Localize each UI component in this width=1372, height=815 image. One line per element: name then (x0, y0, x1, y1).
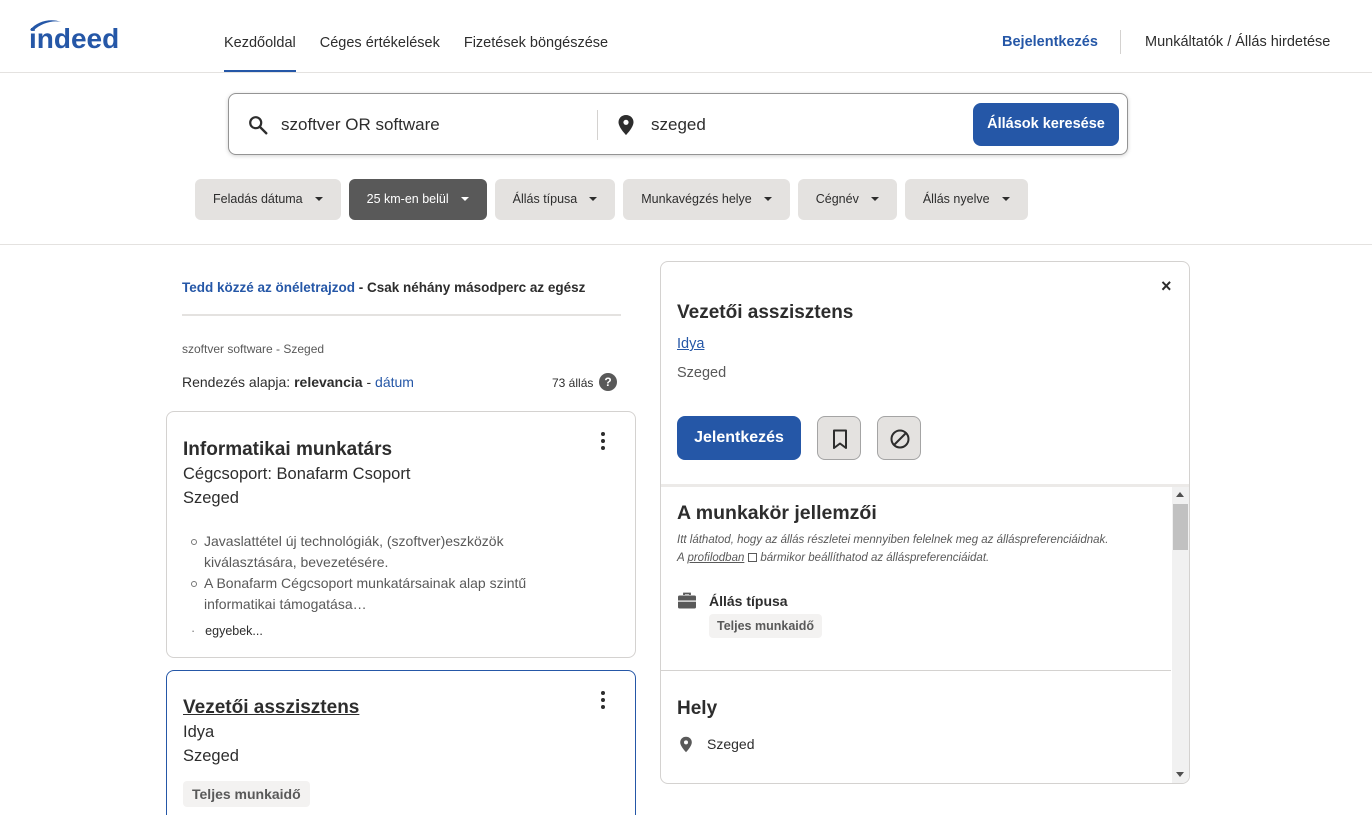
save-job-button[interactable] (817, 416, 861, 460)
upload-resume-link[interactable]: Tedd közzé az önéletrajzod (182, 280, 355, 295)
section-divider (661, 670, 1171, 671)
profile-link[interactable]: profilodban (687, 552, 744, 564)
job-card[interactable]: Informatikai munkatárs Cégcsoport: Bonaf… (166, 411, 636, 658)
query-breadcrumb: szoftver software - Szeged (182, 342, 325, 356)
top-navbar: indeed Kezdőoldal Céges értékelések Fize… (0, 0, 1372, 73)
main-nav: Kezdőoldal Céges értékelések Fizetések b… (224, 0, 632, 72)
detail-location: Szeged (677, 365, 727, 381)
scroll-down-arrow-icon[interactable] (1176, 772, 1184, 777)
snippet-item: Javaslattétel új technológiák, (szoftver… (191, 531, 571, 573)
close-icon[interactable]: × (1161, 276, 1172, 297)
job-card-selected[interactable]: Vezetői asszisztens Idya Szeged Teljes m… (166, 670, 636, 815)
where-input[interactable] (651, 112, 951, 138)
filter-job-type[interactable]: Állás típusa (494, 179, 616, 220)
job-detail-pane: × Vezetői asszisztens Idya Szeged Jelent… (660, 261, 1190, 784)
caret-down-icon (1001, 196, 1010, 201)
filter-label: Állás típusa (512, 192, 578, 206)
location-heading: Hely (677, 698, 718, 719)
more-link[interactable]: egyebek... (191, 624, 263, 638)
filter-label: Feladás dátuma (213, 192, 303, 206)
signin-link[interactable]: Bejelentkezés (1002, 34, 1098, 50)
filter-label: Cégnév (815, 192, 859, 206)
filter-bar: Feladás dátuma 25 km-en belül Állás típu… (195, 179, 1036, 220)
job-snippet: Javaslattétel új technológiák, (szoftver… (191, 531, 571, 615)
help-icon[interactable]: ? (599, 373, 617, 391)
caret-down-icon (870, 196, 879, 201)
job-title[interactable]: Vezetői asszisztens (183, 697, 359, 719)
scrollbar-thumb[interactable] (1173, 504, 1188, 550)
note-suffix: bármikor beállíthatod az álláspreferenci… (760, 552, 990, 564)
snippet-item: A Bonafarm Cégcsoport munkatársainak ala… (191, 573, 571, 615)
job-search-bar: Állások keresése (228, 93, 1128, 155)
job-type-label: Állás típusa (709, 593, 788, 609)
nav-company-reviews[interactable]: Céges értékelések (320, 0, 440, 72)
scroll-up-arrow-icon[interactable] (1176, 492, 1184, 497)
filter-work-location[interactable]: Munkavégzés helye (623, 179, 790, 220)
caret-down-icon (314, 196, 323, 201)
note-prefix: A (677, 552, 685, 564)
not-interested-icon (890, 429, 910, 449)
filter-label: 25 km-en belül (366, 192, 449, 206)
kebab-menu-icon[interactable] (599, 691, 607, 713)
promo-divider (182, 314, 621, 316)
sort-relevance: relevancia (294, 374, 363, 390)
external-link-icon (748, 553, 758, 562)
company-name: Cégcsoport: Bonafarm Csoport (183, 465, 411, 483)
indeed-logo[interactable]: indeed (27, 18, 137, 52)
search-divider (597, 110, 598, 140)
what-input[interactable] (281, 112, 581, 138)
caret-down-icon (589, 196, 598, 201)
nav-salaries[interactable]: Fizetések böngészése (464, 0, 608, 72)
location-pin-icon (618, 115, 634, 135)
job-type-tag: Teljes munkaidő (709, 614, 823, 638)
kebab-menu-icon[interactable] (599, 432, 607, 454)
search-icon (249, 116, 268, 135)
filter-distance[interactable]: 25 km-en belül (348, 179, 487, 220)
find-jobs-button[interactable]: Állások keresése (973, 103, 1119, 146)
filter-date-posted[interactable]: Feladás dátuma (195, 179, 341, 220)
job-title[interactable]: Informatikai munkatárs (183, 439, 392, 461)
header-divider (1120, 30, 1121, 54)
filter-label: Munkavégzés helye (641, 192, 752, 206)
bookmark-icon (833, 429, 847, 449)
sort-by: Rendezés alapja: relevancia - dátum (182, 374, 414, 390)
nav-home[interactable]: Kezdőoldal (224, 0, 296, 72)
note-line-1: Itt láthatod, hogy az állás részletei me… (677, 534, 1109, 546)
detail-company-link[interactable]: Idya (677, 336, 704, 352)
employers-link[interactable]: Munkáltatók / Állás hirdetése (1145, 34, 1330, 50)
job-location: Szeged (183, 747, 239, 765)
job-type-tag: Teljes munkaidő (183, 781, 310, 807)
job-count: 73 állás (552, 376, 594, 390)
promo-text: - Csak néhány másodperc az egész (355, 280, 586, 295)
filter-language[interactable]: Állás nyelve (904, 179, 1028, 220)
resume-promo: Tedd közzé az önéletrajzod - Csak néhány… (182, 280, 585, 295)
note-line-2: A profilodban bármikor beállíthatod az ál… (677, 549, 1147, 567)
section-divider (0, 244, 1372, 245)
briefcase-icon (678, 592, 696, 609)
location-value: Szeged (707, 736, 755, 752)
sort-label: Rendezés alapja: (182, 374, 291, 390)
company-name: Idya (183, 723, 215, 741)
job-details-heading: A munkakör jellemzői (677, 502, 877, 524)
detail-scroll-area[interactable]: A munkakör jellemzői Itt láthatod, hogy … (661, 487, 1189, 783)
filter-company[interactable]: Cégnév (797, 179, 897, 220)
logo-text: indeed (29, 23, 119, 52)
caret-down-icon (763, 196, 772, 201)
scrollbar[interactable] (1172, 487, 1189, 783)
not-interested-button[interactable] (877, 416, 921, 460)
detail-job-title: Vezetői asszisztens (677, 302, 854, 323)
sort-date-link[interactable]: dátum (375, 374, 414, 390)
job-location: Szeged (183, 489, 239, 507)
location-pin-icon (680, 736, 692, 753)
caret-down-icon (460, 196, 469, 201)
preferences-note: Itt láthatod, hogy az állás részletei me… (677, 531, 1147, 567)
apply-button[interactable]: Jelentkezés (677, 416, 801, 460)
filter-label: Állás nyelve (922, 192, 990, 206)
sort-separator: - (362, 374, 376, 390)
